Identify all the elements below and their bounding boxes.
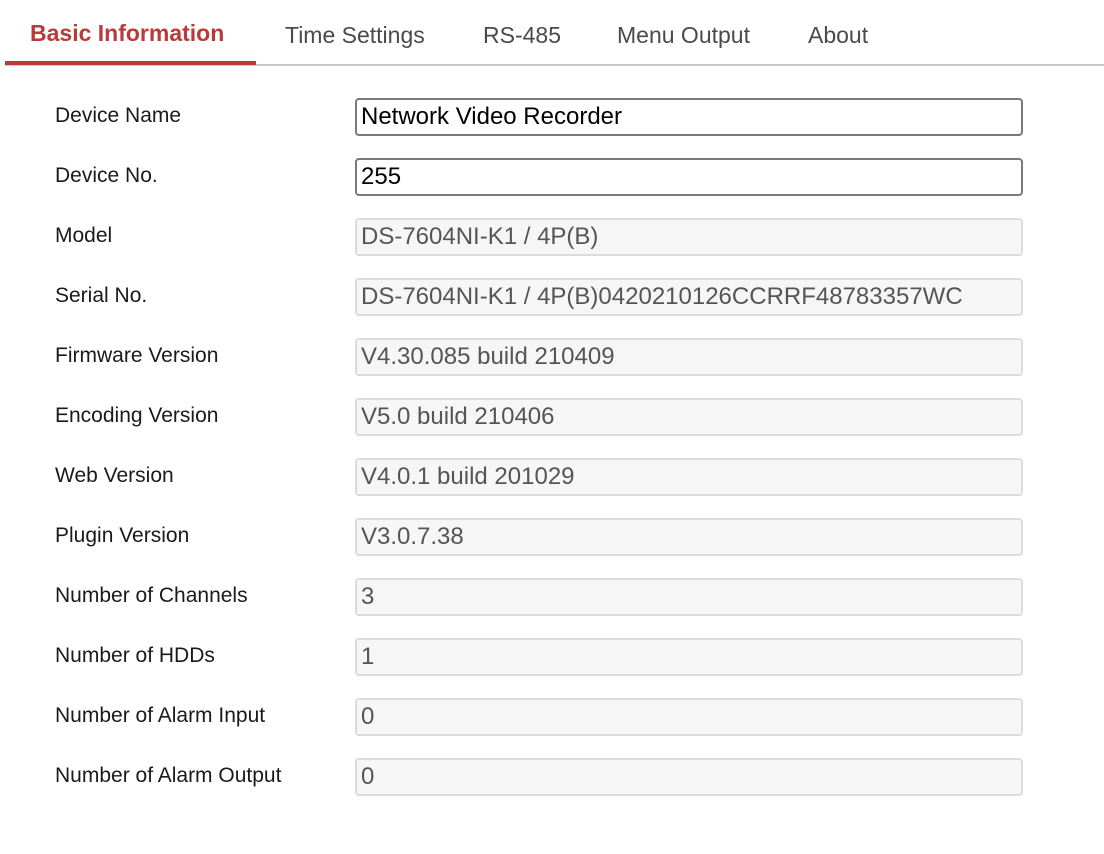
model-label: Model	[55, 224, 113, 247]
model-field	[355, 218, 1023, 256]
form-row-encoding-version: Encoding Version	[0, 398, 1104, 436]
plugin-version-label: Plugin Version	[55, 524, 190, 547]
form-row-number-of-channels: Number of Channels	[0, 578, 1104, 616]
number-of-alarm-input-label: Number of Alarm Input	[55, 704, 266, 727]
encoding-version-label: Encoding Version	[55, 404, 219, 427]
number-of-hdds-label: Number of HDDs	[55, 644, 215, 667]
firmware-version-label: Firmware Version	[55, 344, 219, 367]
device-no-input[interactable]	[355, 158, 1023, 196]
tab-basic-information[interactable]: Basic Information	[30, 20, 224, 47]
tab-bar: Basic Information Time Settings RS-485 M…	[5, 0, 1104, 66]
tab-rs-485[interactable]: RS-485	[483, 22, 561, 49]
form-row-web-version: Web Version	[0, 458, 1104, 496]
number-of-channels-field	[355, 578, 1023, 616]
tab-menu-output[interactable]: Menu Output	[617, 22, 750, 49]
web-version-label: Web Version	[55, 464, 174, 487]
form-row-firmware-version: Firmware Version	[0, 338, 1104, 376]
form-row-serial-no: Serial No.	[0, 278, 1104, 316]
form-row-plugin-version: Plugin Version	[0, 518, 1104, 556]
encoding-version-field	[355, 398, 1023, 436]
number-of-hdds-field	[355, 638, 1023, 676]
number-of-alarm-output-field	[355, 758, 1023, 796]
plugin-version-field	[355, 518, 1023, 556]
form-row-device-no: Device No.	[0, 158, 1104, 196]
tab-time-settings[interactable]: Time Settings	[285, 22, 425, 49]
device-no-label: Device No.	[55, 164, 158, 187]
form-row-number-of-hdds: Number of HDDs	[0, 638, 1104, 676]
serial-no-field	[355, 278, 1023, 316]
device-name-input[interactable]	[355, 98, 1023, 136]
form-row-model: Model	[0, 218, 1104, 256]
number-of-alarm-output-label: Number of Alarm Output	[55, 764, 282, 787]
device-name-label: Device Name	[55, 104, 182, 127]
tab-about[interactable]: About	[808, 22, 868, 49]
number-of-channels-label: Number of Channels	[55, 584, 248, 607]
web-version-field	[355, 458, 1023, 496]
number-of-alarm-input-field	[355, 698, 1023, 736]
serial-no-label: Serial No.	[55, 284, 148, 307]
form-row-device-name: Device Name	[0, 98, 1104, 136]
form-row-number-of-alarm-input: Number of Alarm Input	[0, 698, 1104, 736]
active-tab-indicator	[5, 61, 256, 65]
firmware-version-field	[355, 338, 1023, 376]
form-row-number-of-alarm-output: Number of Alarm Output	[0, 758, 1104, 796]
